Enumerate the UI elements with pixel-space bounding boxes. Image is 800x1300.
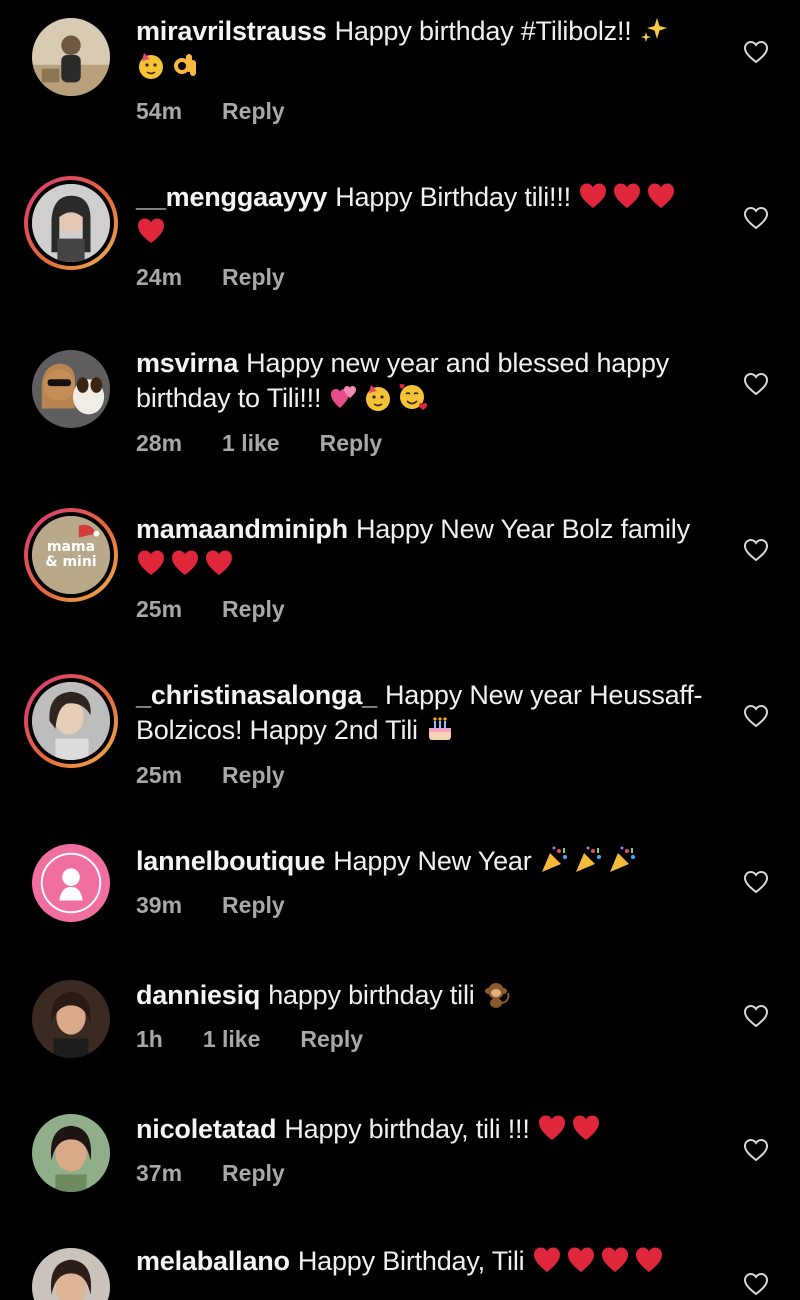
like-heart-icon[interactable] (743, 206, 769, 230)
comment-text: lannelboutique Happy New Year (136, 844, 721, 879)
comment-username[interactable]: miravrilstrauss (136, 16, 327, 46)
avatar[interactable] (32, 18, 110, 96)
comment-username[interactable]: danniesiq (136, 980, 260, 1010)
comment-time: 37m (136, 1160, 183, 1186)
smiling-hearts-emoji (397, 382, 427, 412)
red-heart-emoji (646, 181, 676, 211)
like-heart-icon[interactable] (743, 538, 769, 562)
red-heart-emoji (566, 1245, 596, 1275)
red-heart-emoji (634, 1245, 664, 1275)
like-heart-icon[interactable] (743, 40, 769, 64)
comment-meta: 37m Reply (136, 1160, 325, 1187)
comment-time: 28m (136, 430, 183, 456)
avatar[interactable] (32, 1248, 110, 1300)
reply-button[interactable]: Reply (222, 892, 285, 918)
comment-username[interactable]: mamaandminiph (136, 514, 348, 544)
comment-body: happy birthday tili (268, 980, 475, 1010)
comment-time: 39m (136, 892, 183, 918)
comment-meta: 25m Reply (136, 596, 325, 623)
comment-time: 54m (136, 98, 183, 124)
comment-body: Happy Birthday tili!!! (335, 182, 571, 212)
comment-likes[interactable]: 1 like (222, 430, 280, 456)
like-heart-icon[interactable] (743, 1138, 769, 1162)
red-heart-emoji (204, 548, 234, 578)
monkey-emoji (482, 979, 512, 1009)
red-heart-emoji (600, 1245, 630, 1275)
avatar[interactable] (32, 844, 110, 922)
comment-meta: 28m 1 like Reply (136, 430, 422, 457)
reply-button[interactable]: Reply (300, 1026, 363, 1052)
comment-meta: 24m Reply (136, 264, 325, 291)
party-popper-emoji (539, 845, 569, 875)
reply-button[interactable]: Reply (222, 98, 285, 124)
reply-button[interactable]: Reply (222, 1160, 285, 1186)
comment-meta: 1h 1 like Reply (136, 1026, 403, 1053)
comment-body: Happy New Year (333, 846, 532, 876)
avatar-logo-text: mama & mini (45, 539, 97, 570)
party-popper-emoji (573, 845, 603, 875)
party-face-emoji (363, 382, 393, 412)
comment-text: miravrilstrauss Happy birthday #Tilibolz!… (136, 14, 721, 84)
like-heart-icon[interactable] (743, 1272, 769, 1296)
comment-text: nicoletatad Happy birthday, tili !!! (136, 1112, 721, 1147)
like-heart-icon[interactable] (743, 1004, 769, 1028)
comment-meta: 54m Reply (136, 98, 325, 125)
comment-likes[interactable]: 1 like (203, 1026, 261, 1052)
ok-hand-emoji (170, 50, 200, 80)
comment-text: danniesiq happy birthday tili (136, 978, 721, 1013)
comment-text: mamaandminiph Happy New Year Bolz family (136, 512, 721, 582)
avatar[interactable]: mama & mini (24, 508, 118, 602)
comment-meta: 39m Reply (136, 892, 325, 919)
two-hearts-emoji (329, 382, 359, 412)
comment-username[interactable]: __menggaayyy (136, 182, 327, 212)
avatar[interactable] (32, 1114, 110, 1192)
comment-username[interactable]: lannelboutique (136, 846, 325, 876)
comment-username[interactable]: melaballano (136, 1246, 290, 1276)
reply-button[interactable]: Reply (222, 596, 285, 622)
red-heart-emoji (612, 181, 642, 211)
comment-time: 1h (136, 1026, 163, 1052)
comment-username[interactable]: _christinasalonga_ (136, 680, 377, 710)
sparkles-emoji (639, 15, 669, 45)
reply-button[interactable]: Reply (222, 762, 285, 788)
avatar[interactable] (24, 176, 118, 270)
red-heart-emoji (532, 1245, 562, 1275)
comment-time: 24m (136, 264, 183, 290)
like-heart-icon[interactable] (743, 372, 769, 396)
like-heart-icon[interactable] (743, 870, 769, 894)
comment-text: msvirna Happy new year and blessed happy … (136, 346, 721, 416)
comment-time: 25m (136, 596, 183, 622)
red-heart-emoji (170, 548, 200, 578)
comment-body: Happy Birthday, Tili (297, 1246, 525, 1276)
comments-list: miravrilstrauss Happy birthday #Tilibolz!… (0, 0, 800, 1300)
comment-username[interactable]: nicoletatad (136, 1114, 277, 1144)
red-heart-emoji (136, 548, 166, 578)
avatar[interactable] (32, 350, 110, 428)
party-face-emoji (136, 50, 166, 80)
comment-body: Happy birthday, tili !!! (284, 1114, 530, 1144)
reply-button[interactable]: Reply (222, 264, 285, 290)
comment-body: Happy birthday #Tilibolz!! (334, 16, 632, 46)
comment-text: melaballano Happy Birthday, Tili (136, 1244, 721, 1279)
like-heart-icon[interactable] (743, 704, 769, 728)
comment-time: 25m (136, 762, 183, 788)
red-heart-emoji (136, 216, 166, 246)
red-heart-emoji (578, 181, 608, 211)
avatar[interactable] (32, 980, 110, 1058)
red-heart-emoji (537, 1113, 567, 1143)
comment-text: __menggaayyy Happy Birthday tili!!! (136, 180, 721, 250)
reply-button[interactable]: Reply (320, 430, 383, 456)
comment-username[interactable]: msvirna (136, 348, 238, 378)
comment-text: _christinasalonga_ Happy New year Heussaf… (136, 678, 721, 748)
birthday-cake-emoji (425, 714, 455, 744)
comment-body: Happy New Year Bolz family (355, 514, 690, 544)
comment-meta: 25m Reply (136, 762, 325, 789)
party-popper-emoji (607, 845, 637, 875)
avatar[interactable] (24, 674, 118, 768)
red-heart-emoji (571, 1113, 601, 1143)
